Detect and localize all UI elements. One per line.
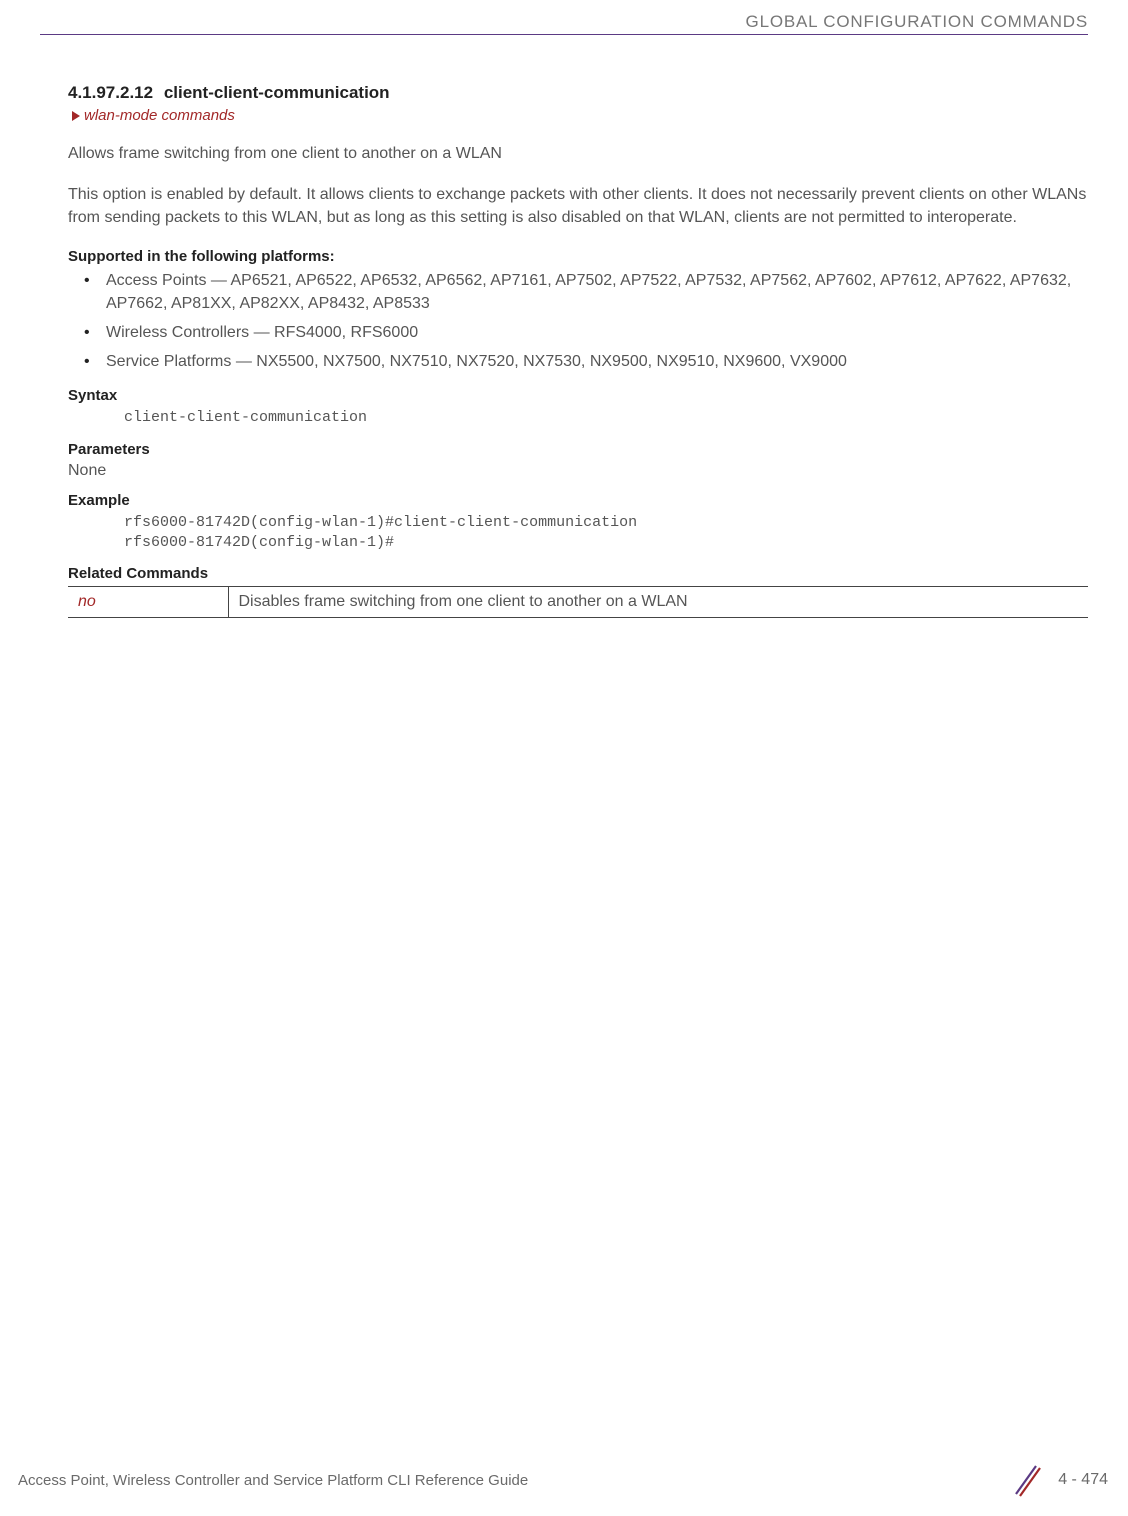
syntax-code: client-client-communication — [124, 408, 1088, 428]
triangle-right-icon — [72, 111, 80, 121]
page-number: 4 - 474 — [1058, 1471, 1108, 1489]
content-area: 4.1.97.2.12 client-client-communication … — [0, 35, 1128, 1462]
footer-page-block: 4 - 474 — [1008, 1462, 1108, 1498]
example-code: rfs6000-81742D(config-wlan-1)#client-cli… — [124, 513, 1088, 554]
related-commands-table: no Disables frame switching from one cli… — [68, 586, 1088, 618]
related-command-name[interactable]: no — [68, 587, 228, 618]
section-title: 4.1.97.2.12 client-client-communication — [68, 83, 1088, 103]
intro-paragraph: Allows frame switching from one client t… — [68, 142, 1088, 165]
parameters-heading: Parameters — [68, 441, 1088, 458]
slash-icon — [1008, 1462, 1044, 1498]
page-footer: Access Point, Wireless Controller and Se… — [0, 1462, 1128, 1516]
list-item: Service Platforms — NX5500, NX7500, NX75… — [106, 350, 1088, 373]
related-heading: Related Commands — [68, 565, 1088, 582]
table-row: no Disables frame switching from one cli… — [68, 587, 1088, 618]
supported-heading: Supported in the following platforms: — [68, 248, 1088, 265]
section-name: client-client-communication — [164, 83, 390, 102]
related-command-desc: Disables frame switching from one client… — [228, 587, 1088, 618]
list-item: Wireless Controllers — RFS4000, RFS6000 — [106, 321, 1088, 344]
list-item: Access Points — AP6521, AP6522, AP6532, … — [106, 269, 1088, 315]
footer-guide-title: Access Point, Wireless Controller and Se… — [18, 1472, 1008, 1489]
syntax-heading: Syntax — [68, 387, 1088, 404]
page-header: GLOBAL CONFIGURATION COMMANDS — [0, 0, 1128, 32]
breadcrumb[interactable]: wlan-mode commands — [72, 107, 1088, 124]
platform-list: Access Points — AP6521, AP6522, AP6532, … — [68, 269, 1088, 374]
parameters-value: None — [68, 462, 1088, 480]
header-category: GLOBAL CONFIGURATION COMMANDS — [746, 12, 1088, 31]
breadcrumb-text: wlan-mode commands — [84, 107, 235, 124]
description-paragraph: This option is enabled by default. It al… — [68, 183, 1088, 229]
section-number: 4.1.97.2.12 — [68, 83, 153, 102]
example-heading: Example — [68, 492, 1088, 509]
